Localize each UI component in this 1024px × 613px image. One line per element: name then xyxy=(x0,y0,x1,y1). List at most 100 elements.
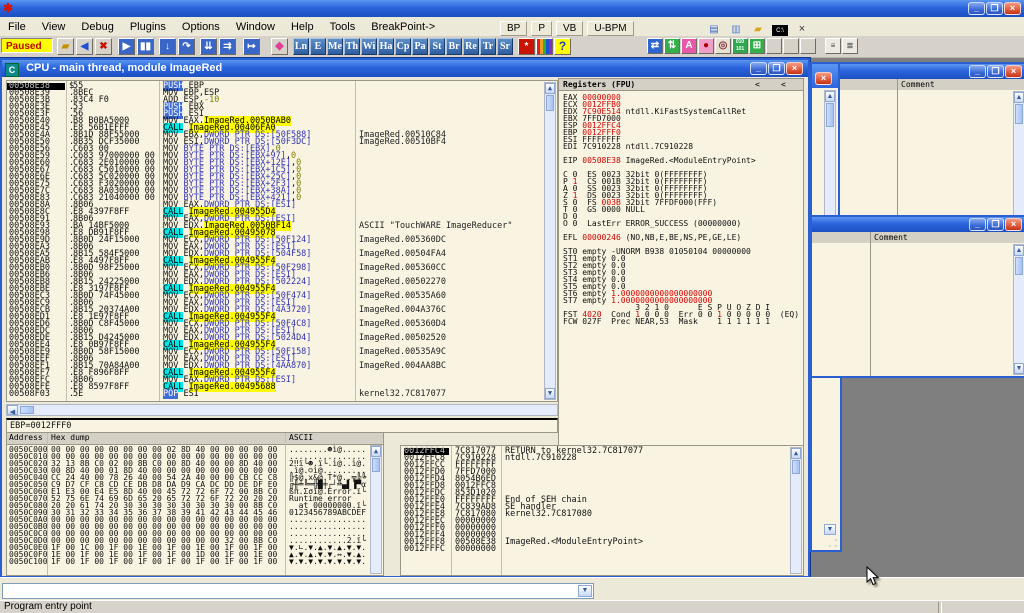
step-over-icon[interactable]: ↷ xyxy=(178,38,195,55)
main-titlebar[interactable]: ✱ _ ❐ × xyxy=(0,0,1024,17)
run-icon[interactable]: ▶ xyxy=(118,38,135,55)
cpu-maximize-button[interactable]: ❐ xyxy=(768,62,785,75)
spiral-icon[interactable]: ◎ xyxy=(715,38,731,54)
appearance-colors-icon[interactable] xyxy=(536,38,553,55)
scroll-up-icon[interactable]: ▲ xyxy=(825,91,835,102)
step-into-icon[interactable]: ↓ xyxy=(159,38,176,55)
side-window-top-titlebar[interactable]: _ ❐ × xyxy=(840,64,1024,79)
disasm-row[interactable]: 00508EFE.E8 8597F8FFCALL ImageRed.004956… xyxy=(7,384,543,391)
close-toolbar-icon[interactable]: × xyxy=(794,22,810,36)
stack-row[interactable]: 0012FFFC00000000 xyxy=(401,546,789,553)
registers-next-view-button[interactable]: < xyxy=(781,80,786,89)
cpu-close-button[interactable]: × xyxy=(786,62,803,75)
resize-grip[interactable] xyxy=(827,537,839,549)
side-bottom-maximize-button[interactable]: ❐ xyxy=(987,218,1004,231)
options-gear-icon[interactable]: * xyxy=(518,38,535,55)
list-marks-icon[interactable]: ≣ xyxy=(842,38,858,54)
pause-icon[interactable]: ▮▮ xyxy=(137,38,154,55)
side-top-close-button[interactable]: × xyxy=(1005,65,1022,78)
folder-icon[interactable]: ▰ xyxy=(750,23,766,37)
toolbar-letter-button-cp[interactable]: Cp xyxy=(395,38,411,55)
menu-button-bp[interactable]: BP xyxy=(500,21,527,36)
strip-close-button[interactable]: × xyxy=(815,72,832,85)
side-window-bottom-titlebar[interactable]: _ ❐ × xyxy=(812,217,1024,232)
toolbar-letter-button-re[interactable]: Re xyxy=(463,38,479,55)
strip-scroll-thumb[interactable] xyxy=(826,103,834,127)
register-line[interactable]: O 0 LastErr ERROR_SUCCESS (00000000) xyxy=(563,220,801,227)
maximize-button[interactable]: ❐ xyxy=(986,2,1003,15)
menu-item-options[interactable]: Options xyxy=(174,19,228,33)
empty-button[interactable] xyxy=(783,38,799,54)
command-combobox[interactable]: ▼ xyxy=(2,583,594,599)
register-line[interactable]: EDI 7C910228 ntdll.7C910228 xyxy=(563,143,801,150)
sort-updown-icon[interactable]: ⇅ xyxy=(664,38,680,54)
side-top-minimize-button[interactable]: _ xyxy=(969,65,986,78)
menu-button-p[interactable]: P xyxy=(531,21,552,36)
dump-scroll-thumb[interactable] xyxy=(372,458,380,472)
menu-button-ubpm[interactable]: U-BPM xyxy=(587,21,633,36)
cpu-titlebar[interactable]: C CPU - main thread, module ImageRed _ ❐… xyxy=(2,60,808,77)
disasm-row[interactable]: 00508E3E.53PUSH EBX xyxy=(7,104,543,111)
scroll-down-icon[interactable]: ▼ xyxy=(1014,363,1024,374)
dump-row[interactable]: 0050C1001F 00 1F 00 1F 00 1F 00 1F 00 1F… xyxy=(7,558,369,565)
toolbar-letter-button-ha[interactable]: Ha xyxy=(378,38,394,55)
scroll-up-icon[interactable]: ▲ xyxy=(1014,92,1024,103)
side-top-maximize-button[interactable]: ❐ xyxy=(987,65,1004,78)
dump-vscrollbar[interactable]: ▲ xyxy=(370,445,382,574)
toolbar-letter-button-wi[interactable]: Wi xyxy=(361,38,377,55)
restart-icon[interactable]: ◀ xyxy=(76,38,93,55)
console-icon[interactable]: C:\ xyxy=(772,23,788,37)
register-line[interactable]: EIP 00508E38 ImageRed.<ModuleEntryPoint> xyxy=(563,157,801,164)
menu-item-help[interactable]: Help xyxy=(283,19,322,33)
disasm-hscroll-thumb[interactable] xyxy=(20,406,34,414)
toolbar-letter-button-br[interactable]: Br xyxy=(446,38,462,55)
disasm-hscrollbar[interactable]: ◀ xyxy=(6,404,558,416)
scroll-up-icon[interactable]: ▲ xyxy=(1014,245,1024,256)
toolbar-letter-button-st[interactable]: St xyxy=(429,38,445,55)
menu-button-vb[interactable]: VB xyxy=(556,21,583,36)
toolbar-letter-button-th[interactable]: Th xyxy=(344,38,360,55)
binary-icon[interactable]: 010101 xyxy=(732,38,748,54)
stack-vscrollbar[interactable]: ▲ xyxy=(790,447,802,574)
scroll-up-icon[interactable]: ▲ xyxy=(791,448,801,459)
side-bottom-minimize-button[interactable]: _ xyxy=(969,218,986,231)
toolbar-letter-button-sr[interactable]: Sr xyxy=(497,38,513,55)
help-icon[interactable]: ? xyxy=(554,38,571,55)
scroll-down-icon[interactable]: ▼ xyxy=(545,388,555,399)
scroll-up-icon[interactable]: ▲ xyxy=(371,446,381,457)
register-line[interactable]: FCW 027F Prec NEAR,53 Mask 1 1 1 1 1 1 xyxy=(563,318,801,325)
close-program-icon[interactable]: ✖ xyxy=(95,38,112,55)
empty-button[interactable] xyxy=(800,38,816,54)
animate-over-icon[interactable]: ⇉ xyxy=(219,38,236,55)
disasm-row[interactable]: 00508F03.5EPOP ESIkernel32.7C817077 xyxy=(7,391,543,398)
close-button[interactable]: × xyxy=(1004,2,1021,15)
minimize-button[interactable]: _ xyxy=(968,2,985,15)
toolbar-letter-button-e[interactable]: E xyxy=(310,38,326,55)
script-icon[interactable]: ▥ xyxy=(728,23,744,37)
disasm-vscrollbar[interactable]: ▲ ▼ xyxy=(544,82,556,400)
stack-scroll-thumb[interactable] xyxy=(792,460,800,474)
menu-item-breakpoint[interactable]: BreakPoint-> xyxy=(363,19,443,33)
trace-icon[interactable]: ◆ xyxy=(271,38,288,55)
toolbar-letter-button-pa[interactable]: Pa xyxy=(412,38,428,55)
execute-till-return-icon[interactable]: ↦ xyxy=(243,38,260,55)
menu-item-view[interactable]: View xyxy=(34,19,74,33)
empty-button[interactable] xyxy=(766,38,782,54)
side-top-vscrollbar[interactable]: ▲ ▼ xyxy=(1013,91,1024,227)
register-line[interactable]: T 0 GS 0000 NULL xyxy=(563,206,801,213)
disasm-row[interactable]: 00508E3B.83C4 F0ADD ESP,-10 xyxy=(7,97,543,104)
disasm-scroll-thumb[interactable] xyxy=(546,95,554,111)
window-grid-icon[interactable]: ⊞ xyxy=(749,38,765,54)
registers-prev-view-button[interactable]: < xyxy=(755,80,760,89)
menu-item-plugins[interactable]: Plugins xyxy=(122,19,174,33)
note-icon[interactable]: ▤ xyxy=(706,23,722,37)
side-bottom-scroll-thumb[interactable] xyxy=(1015,257,1023,275)
animate-into-icon[interactable]: ⇊ xyxy=(200,38,217,55)
side-bottom-close-button[interactable]: × xyxy=(1005,218,1022,231)
list-small-icon[interactable]: ≡ xyxy=(825,38,841,54)
combobox-dropdown-icon[interactable]: ▼ xyxy=(578,585,592,597)
menu-item-tools[interactable]: Tools xyxy=(322,19,364,33)
menu-item-window[interactable]: Window xyxy=(228,19,283,33)
cpu-minimize-button[interactable]: _ xyxy=(750,62,767,75)
swap-arrows-icon[interactable]: ⇄ xyxy=(647,38,663,54)
